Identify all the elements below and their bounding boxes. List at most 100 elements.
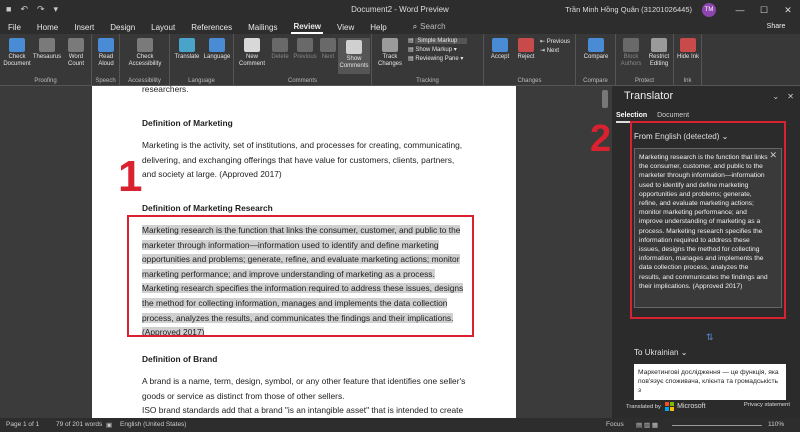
thesaurus-button[interactable]: Thesaurus [32,38,62,61]
compare-label: Compare [583,78,608,84]
translator-footer: Translated by Microsoft Privacy statemen… [626,402,790,411]
ink-icon [680,38,696,52]
lock-icon [651,38,667,52]
check-accessibility-button[interactable]: Check Accessibility [124,38,166,68]
group-comments: New Comment Delete Previous Next Show Co… [234,34,372,86]
minimize-icon[interactable]: — [728,0,752,20]
language-button[interactable]: Language [202,38,232,61]
new-comment-icon [244,38,260,52]
page-count[interactable]: Page 1 of 1 [6,421,39,428]
read-aloud-button[interactable]: Read Aloud [94,38,118,68]
microsoft-logo-icon [664,402,674,411]
swap-languages-icon[interactable]: ⇅ [706,332,714,343]
next-change-button[interactable]: ⇥ Next [540,47,570,56]
to-language-selector[interactable]: To Ukrainian ⌄ [634,348,687,357]
delete-comment-icon [272,38,288,52]
language-icon [209,38,225,52]
delete-comment-button[interactable]: Delete [268,38,292,61]
tab-home[interactable]: Home [35,22,60,33]
zoom-slider[interactable] [672,425,762,426]
check-document-label: Check Document [3,54,31,67]
pane-options-icon[interactable]: ⌄ [772,92,779,101]
previous-comment-icon [297,38,313,52]
heading-marketing-research: Definition of Marketing Research [142,203,273,213]
proofing-status-icon[interactable]: ▣ [106,421,112,429]
word-count-icon [68,38,84,52]
document-language[interactable]: English (United States) [120,421,186,428]
accept-label: Accept [490,54,510,60]
text-line: and society at large. (Approved 2017) [142,169,282,180]
to-language: Ukrainian [644,348,679,357]
new-comment-label: New Comment [238,54,265,67]
window-controls: — ☐ ✕ [728,0,800,20]
search-icon: ⌕ [412,22,418,31]
next-change-label: Next [546,48,560,54]
user-name[interactable]: Trần Minh Hồng Quân (31201026445) [565,5,692,14]
text-line: ISO brand standards add that a brand "is… [142,405,464,416]
track-changes-button[interactable]: Track Changes [374,38,406,68]
accept-button[interactable]: Accept [488,38,512,61]
tab-help[interactable]: Help [368,22,388,33]
annotation-number-2: 2 [590,118,612,160]
group-proofing: Check Document Thesaurus Word Count Proo… [0,34,92,86]
restrict-editing-button[interactable]: Restrict Editing [646,38,672,68]
previous-change-button[interactable]: ⇤ Previous [540,38,570,47]
group-changes: Accept Reject ⇤ Previous ⇥ Next Changes [484,34,576,86]
tab-view[interactable]: View [335,22,356,33]
word-count[interactable]: 79 of 201 words [56,421,102,428]
thesaurus-label: Thesaurus [32,54,62,60]
paragraph-marketing: Marketing is the activity, set of instit… [142,138,472,182]
next-comment-button[interactable]: Next [318,38,338,61]
close-icon[interactable]: ✕ [776,0,800,20]
delete-label: Delete [271,54,289,60]
heading-marketing: Definition of Marketing [142,118,233,128]
selection-highlight-box [127,215,474,337]
new-comment-button[interactable]: New Comment [236,38,268,68]
group-language: Translate Language Language [170,34,234,86]
previous-comment-button[interactable]: Previous [292,38,318,61]
avatar[interactable]: TM [702,3,716,17]
simple-markup-select[interactable]: ▤ Simple Markup [408,37,468,46]
status-bar: Page 1 of 1 79 of 201 words ▣ English (U… [0,418,800,432]
pane-close-icon[interactable]: ✕ [787,92,794,101]
compare-button[interactable]: Compare [580,38,612,61]
source-text-highlight-box [630,121,786,319]
text-line: Marketing is the activity, set of instit… [142,140,463,150]
translate-button[interactable]: Translate [172,38,202,61]
zoom-level[interactable]: 110% [768,421,784,428]
tab-references[interactable]: References [189,22,234,33]
group-speech: Read Aloud Speech [92,34,120,86]
reject-button[interactable]: Reject [514,38,538,61]
privacy-link[interactable]: Privacy statement [744,402,790,408]
check-document-button[interactable]: Check Document [2,38,32,68]
check-accessibility-label: Check Accessibility [128,54,162,67]
group-tracking: Track Changes ▤ Simple Markup ▤ Show Mar… [372,34,484,86]
language-label: Language [203,54,231,60]
word-count-button[interactable]: Word Count [62,38,90,68]
maximize-icon[interactable]: ☐ [752,0,776,20]
tab-mailings[interactable]: Mailings [246,22,279,33]
show-comments-button[interactable]: Show Comments [338,38,370,74]
read-aloud-icon [98,38,114,52]
tab-file[interactable]: File [6,22,23,33]
tab-review[interactable]: Review [291,21,324,34]
view-modes-icon[interactable]: ▤ ▥ ▦ [636,421,658,429]
hide-ink-button[interactable]: Hide Ink [676,38,700,61]
tracking-label: Tracking [416,78,439,84]
tab-design[interactable]: Design [108,22,137,33]
previous-change-icon: ⇤ [540,39,547,45]
focus-mode-button[interactable]: Focus [606,421,624,428]
translated-text-box[interactable]: Маркетингові дослідження — це функція, я… [634,364,786,400]
block-authors-button[interactable]: Block Authors [618,38,644,68]
word-count-label: Word Count [67,54,84,67]
search-box[interactable]: ⌕ Search [411,21,448,33]
speech-label: Speech [95,78,116,84]
share-button[interactable]: Share [758,21,794,33]
change-nav: ⇤ Previous ⇥ Next [540,38,570,56]
tab-layout[interactable]: Layout [149,22,177,33]
show-markup-label: Show Markup [415,47,453,53]
scrollbar-thumb[interactable] [602,90,608,108]
reviewing-pane-dropdown[interactable]: ▤ Reviewing Pane ▾ [408,55,467,64]
tab-insert[interactable]: Insert [72,22,96,33]
show-markup-dropdown[interactable]: ▤ Show Markup ▾ [408,46,467,55]
